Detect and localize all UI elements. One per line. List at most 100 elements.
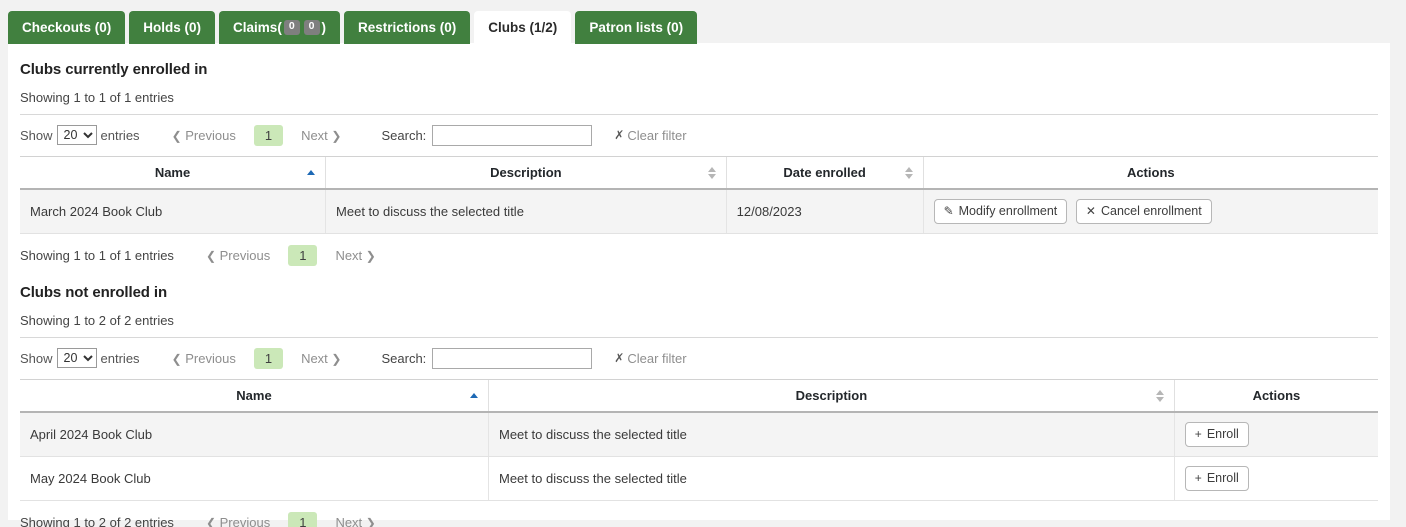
not-enrolled-page-length-select[interactable]: 20 <box>57 348 97 368</box>
enrolled-col-actions: Actions <box>923 157 1378 190</box>
enrolled-top-previous-button[interactable]: ❮ Previous <box>162 125 246 146</box>
not-enrolled-search-input[interactable] <box>432 348 592 369</box>
not-enrolled-col-actions: Actions <box>1174 380 1378 413</box>
modify-enrollment-button[interactable]: ✎ Modify enrollment <box>934 199 1068 224</box>
not-enrolled-clear-filter-button[interactable]: ✗ Clear filter <box>614 351 686 366</box>
tab-checkouts-label: Checkouts (0) <box>22 21 111 35</box>
sort-ascending-icon <box>470 389 479 403</box>
enrolled-col-description[interactable]: Description <box>326 157 727 190</box>
enrolled-col-actions-label: Actions <box>1127 165 1175 180</box>
tab-claims-paren-open: ( <box>277 21 282 35</box>
sort-neutral-icon <box>1156 389 1165 403</box>
not-enrolled-cell-description: Meet to discuss the selected title <box>489 412 1175 457</box>
tab-claims-label: Claims <box>233 21 277 35</box>
not-enrolled-show-label: Show <box>20 351 53 366</box>
enroll-label: Enroll <box>1207 471 1239 486</box>
enrolled-clear-filter-label: Clear filter <box>627 128 686 143</box>
table-row: May 2024 Book Club Meet to discuss the s… <box>20 457 1378 501</box>
enrolled-bottom-pagination: ❮ Previous 1 Next ❯ <box>196 245 386 266</box>
not-enrolled-top-entries-info: Showing 1 to 2 of 2 entries <box>20 313 1378 328</box>
not-enrolled-clear-filter-label: Clear filter <box>627 351 686 366</box>
not-enrolled-cell-actions: + Enroll <box>1174 412 1378 457</box>
page-root: Checkouts (0) Holds (0) Claims ( 0 0 ) R… <box>0 0 1406 527</box>
plus-icon: + <box>1195 471 1202 485</box>
enrolled-col-date-enrolled-label: Date enrolled <box>783 165 865 180</box>
enrolled-clear-filter-button[interactable]: ✗ Clear filter <box>614 128 686 143</box>
not-enrolled-table-header-row: Name Description Actions <box>20 380 1378 413</box>
enrolled-cell-date-enrolled: 12/08/2023 <box>726 189 923 234</box>
cancel-enrollment-button[interactable]: ✕ Cancel enrollment <box>1076 199 1212 224</box>
not-enrolled-top-page-1-button[interactable]: 1 <box>254 348 283 369</box>
not-enrolled-top-previous-button[interactable]: ❮ Previous <box>162 348 246 369</box>
enroll-button[interactable]: + Enroll <box>1185 422 1249 447</box>
tab-restrictions-label: Restrictions (0) <box>358 21 456 35</box>
not-enrolled-col-description-label: Description <box>796 388 868 403</box>
not-enrolled-top-next-button[interactable]: Next ❯ <box>291 348 351 369</box>
enrolled-col-description-label: Description <box>490 165 562 180</box>
tab-claims[interactable]: Claims ( 0 0 ) <box>219 11 340 44</box>
chevron-left-icon: ❮ <box>206 249 216 263</box>
enrolled-bottom-previous-button[interactable]: ❮ Previous <box>196 245 280 266</box>
enrolled-bottom-bar: Showing 1 to 1 of 1 entries ❮ Previous 1… <box>20 245 1378 266</box>
not-enrolled-col-description[interactable]: Description <box>489 380 1175 413</box>
enrolled-top-pagination: ❮ Previous 1 Next ❯ <box>162 125 352 146</box>
not-enrolled-cell-description: Meet to discuss the selected title <box>489 457 1175 501</box>
chevron-left-icon: ❮ <box>172 352 182 366</box>
close-icon: ✗ <box>614 128 624 142</box>
enrolled-entries-label: entries <box>101 128 140 143</box>
not-enrolled-clubs-table: Name Description Actions April 2024 Book… <box>20 379 1378 501</box>
enrolled-bottom-page-1-button[interactable]: 1 <box>288 245 317 266</box>
tab-clubs[interactable]: Clubs (1/2) <box>474 11 571 44</box>
tab-claims-paren-close: ) <box>322 21 327 35</box>
close-icon: ✕ <box>1086 204 1096 218</box>
plus-icon: + <box>1195 427 1202 441</box>
not-enrolled-bottom-next-button[interactable]: Next ❯ <box>325 512 385 527</box>
tab-checkouts[interactable]: Checkouts (0) <box>8 11 125 44</box>
enrolled-col-name[interactable]: Name <box>20 157 326 190</box>
enrolled-clubs-table: Name Description Date enrolled Actions <box>20 156 1378 234</box>
sort-neutral-icon <box>708 166 717 180</box>
table-row: April 2024 Book Club Meet to discuss the… <box>20 412 1378 457</box>
tab-patron-lists-label: Patron lists (0) <box>589 21 683 35</box>
enroll-button[interactable]: + Enroll <box>1185 466 1249 491</box>
clubs-panel: Clubs currently enrolled in Showing 1 to… <box>8 43 1390 520</box>
enrolled-bottom-next-button[interactable]: Next ❯ <box>325 245 385 266</box>
enrolled-search-input[interactable] <box>432 125 592 146</box>
patron-tabs: Checkouts (0) Holds (0) Claims ( 0 0 ) R… <box>8 10 697 44</box>
enrolled-table-header-row: Name Description Date enrolled Actions <box>20 157 1378 190</box>
tab-patron-lists[interactable]: Patron lists (0) <box>575 11 697 44</box>
chevron-right-icon: ❯ <box>366 516 376 527</box>
enrolled-col-date-enrolled[interactable]: Date enrolled <box>726 157 923 190</box>
sort-neutral-icon <box>905 166 914 180</box>
not-enrolled-bottom-previous-button[interactable]: ❮ Previous <box>196 512 280 527</box>
not-enrolled-top-pagination: ❮ Previous 1 Next ❯ <box>162 348 352 369</box>
not-enrolled-bottom-pagination: ❮ Previous 1 Next ❯ <box>196 512 386 527</box>
enrolled-page-length-select[interactable]: 20 <box>57 125 97 145</box>
not-enrolled-bottom-page-1-button[interactable]: 1 <box>288 512 317 527</box>
tab-holds[interactable]: Holds (0) <box>129 11 215 44</box>
not-enrolled-search-label: Search: <box>381 351 426 366</box>
chevron-right-icon: ❯ <box>331 352 341 366</box>
close-icon: ✗ <box>614 351 624 365</box>
enrolled-top-page-1-button[interactable]: 1 <box>254 125 283 146</box>
not-enrolled-search: Search: <box>381 348 592 369</box>
tab-restrictions[interactable]: Restrictions (0) <box>344 11 470 44</box>
enrolled-cell-description: Meet to discuss the selected title <box>326 189 727 234</box>
enrolled-top-next-button[interactable]: Next ❯ <box>291 125 351 146</box>
tab-clubs-label: Clubs (1/2) <box>488 21 557 35</box>
not-enrolled-table-controls: Show 20 entries ❮ Previous 1 Next ❯ Sear… <box>20 337 1378 369</box>
enrolled-search-label: Search: <box>381 128 426 143</box>
enrolled-col-name-label: Name <box>155 165 190 180</box>
modify-enrollment-label: Modify enrollment <box>959 204 1058 219</box>
enrolled-top-entries-info: Showing 1 to 1 of 1 entries <box>20 90 1378 105</box>
cancel-enrollment-label: Cancel enrollment <box>1101 204 1202 219</box>
enrolled-bottom-entries-info: Showing 1 to 1 of 1 entries <box>20 248 174 263</box>
not-enrolled-col-actions-label: Actions <box>1253 388 1301 403</box>
enrolled-table-controls: Show 20 entries ❮ Previous 1 Next ❯ Sear… <box>20 114 1378 146</box>
enroll-label: Enroll <box>1207 427 1239 442</box>
not-enrolled-col-name[interactable]: Name <box>20 380 489 413</box>
chevron-left-icon: ❮ <box>206 516 216 527</box>
chevron-left-icon: ❮ <box>172 129 182 143</box>
table-row: March 2024 Book Club Meet to discuss the… <box>20 189 1378 234</box>
sort-ascending-icon <box>307 166 316 180</box>
